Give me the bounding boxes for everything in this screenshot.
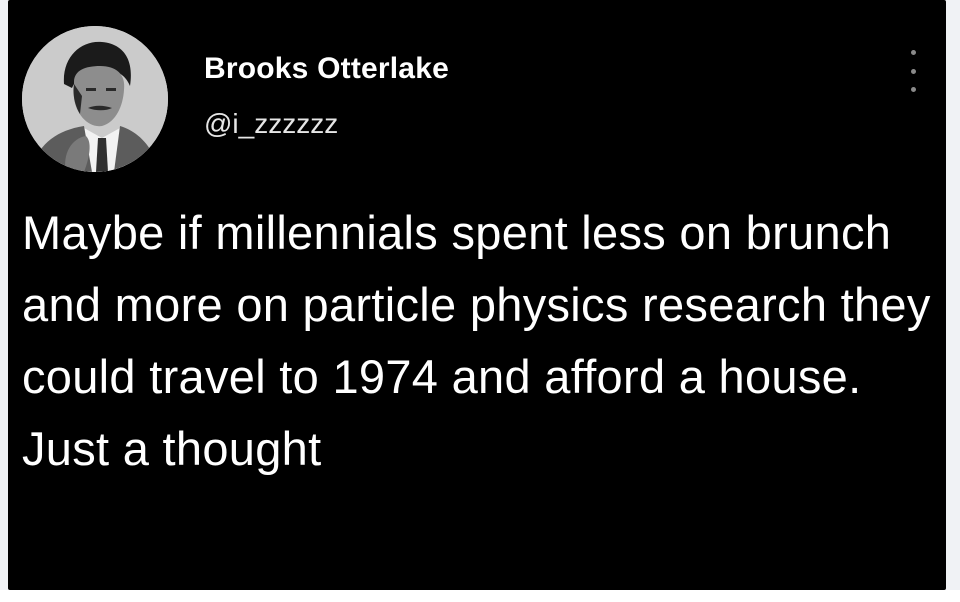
page-background bbox=[0, 590, 960, 602]
tweet-text: Maybe if millennials spent less on brunc… bbox=[22, 206, 931, 475]
author-handle[interactable]: @i_zzzzzz bbox=[204, 108, 338, 140]
more-vertical-icon[interactable] bbox=[906, 50, 920, 92]
avatar[interactable] bbox=[22, 26, 168, 172]
more-dot bbox=[910, 87, 916, 92]
avatar-photo bbox=[22, 26, 168, 172]
author-name[interactable]: Brooks Otterlake bbox=[204, 52, 449, 86]
more-dot bbox=[910, 50, 916, 55]
tweet-card: Brooks Otterlake @i_zzzzzz Maybe if mill… bbox=[8, 0, 946, 590]
more-dot bbox=[910, 68, 916, 74]
